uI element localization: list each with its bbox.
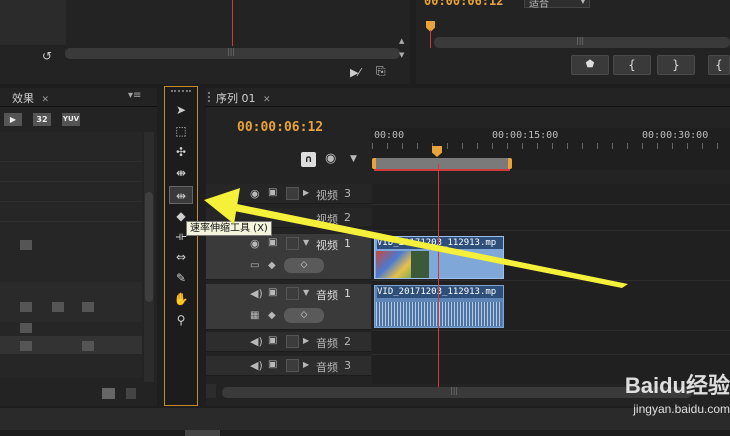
annotation-arrow-head — [204, 188, 240, 224]
watermark-url: jingyan.baidu.com — [633, 402, 730, 416]
annotation-arrow-body — [229, 203, 628, 288]
watermark-brand: Baidu经验 — [624, 373, 730, 398]
baidu-watermark: Baidu经验 jingyan.baidu.com — [560, 368, 730, 428]
